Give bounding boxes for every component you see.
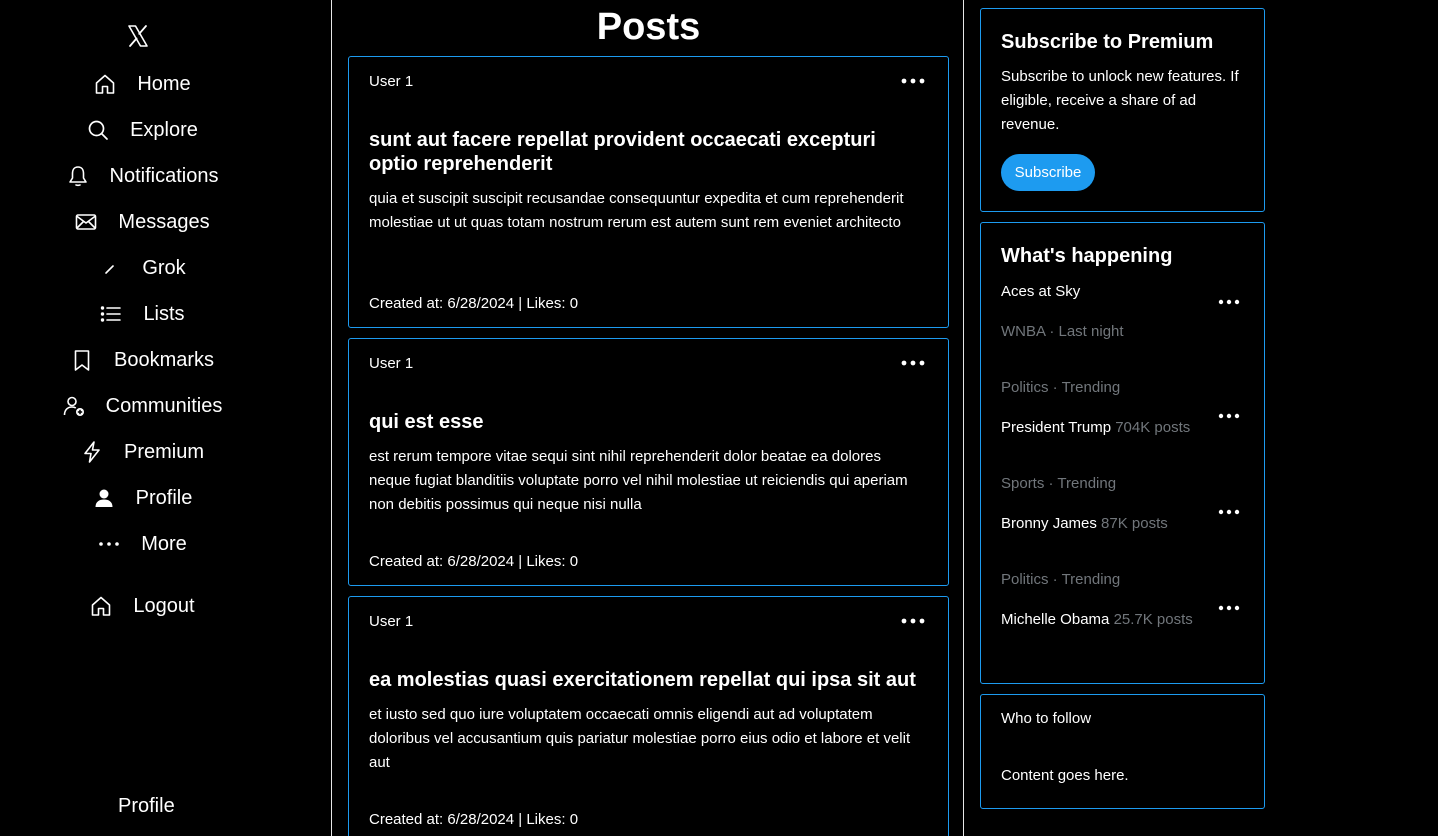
lightning-icon	[84, 441, 100, 463]
post-meta: Created at: 6/28/2024 | Likes: 0	[369, 295, 579, 312]
post-body: quia et suscipit suscipit recusandae con…	[369, 190, 904, 231]
sidebar-item-label: Bookmarks	[113, 349, 215, 371]
more-options-icon[interactable]	[900, 611, 926, 631]
sidebar-item-more[interactable]: More	[0, 526, 332, 562]
post-body: est rerum tempore vitae sequi sint nihil…	[369, 448, 908, 513]
grok-icon	[105, 265, 115, 274]
sidebar-item-home[interactable]: Home	[0, 66, 332, 102]
sidebar: Home Explore Notifications Messages Grok…	[0, 0, 332, 836]
trend-name: President Trump 704K posts	[1001, 419, 1190, 436]
subscribe-button[interactable]: Subscribe	[1001, 154, 1095, 191]
sidebar-item-notifications[interactable]: Notifications	[0, 158, 332, 194]
trend-post-count: 704K posts	[1115, 419, 1191, 436]
who-to-follow-title: Who to follow	[1001, 710, 1092, 727]
more-options-icon[interactable]	[1217, 504, 1241, 520]
trend-name: Bronny James 87K posts	[1001, 515, 1168, 532]
envelope-icon	[76, 214, 97, 230]
trend-title: President Trump	[1001, 419, 1112, 436]
person-icon	[95, 489, 113, 507]
x-logo-icon[interactable]	[126, 24, 150, 48]
trend-category: Politics · Trending	[1001, 571, 1121, 588]
premium-title: Subscribe to Premium	[1001, 31, 1214, 53]
sidebar-item-premium[interactable]: Premium	[0, 434, 332, 470]
more-options-icon[interactable]	[1217, 408, 1241, 424]
trend-item[interactable]: Aces at Sky WNBA · Last night	[1001, 283, 1251, 343]
sidebar-item-label: Home	[137, 73, 191, 95]
post-username[interactable]: User 1	[369, 355, 413, 372]
post-body: et iusto sed quo iure voluptatem occaeca…	[369, 706, 911, 771]
sidebar-item-label: Messages	[118, 211, 210, 233]
sidebar-item-explore[interactable]: Explore	[0, 112, 332, 148]
trend-post-count: 87K posts	[1101, 515, 1168, 532]
sidebar-item-label: More	[141, 533, 187, 555]
trend-title: Bronny James	[1001, 515, 1097, 532]
home-icon	[96, 74, 115, 94]
post-meta: Created at: 6/28/2024 | Likes: 0	[369, 811, 579, 828]
post-card: User 1 sunt aut facere repellat providen…	[348, 56, 949, 328]
sidebar-item-messages[interactable]: Messages	[0, 204, 332, 240]
premium-description: Subscribe to unlock new features. If eli…	[1001, 68, 1239, 133]
sidebar-item-profile[interactable]: Profile	[0, 480, 332, 516]
sidebar-item-lists[interactable]: Lists	[0, 296, 332, 332]
bell-icon	[68, 166, 87, 187]
trend-name: Aces at Sky	[1001, 283, 1081, 300]
logout-button[interactable]: Logout	[0, 588, 332, 624]
sidebar-item-label: Explore	[130, 119, 198, 141]
sidebar-item-label: Communities	[105, 395, 223, 417]
trend-post-count: 25.7K posts	[1113, 611, 1193, 628]
sidebar-item-communities[interactable]: Communities	[0, 388, 332, 424]
trend-item[interactable]: Politics · Trending Michelle Obama 25.7K…	[1001, 571, 1251, 631]
sidebar-item-label: Notifications	[109, 165, 219, 187]
post-meta: Created at: 6/28/2024 | Likes: 0	[369, 553, 579, 570]
more-options-icon[interactable]	[900, 71, 926, 91]
more-dots-icon	[99, 542, 120, 546]
sidebar-item-label: Grok	[142, 257, 186, 279]
post-username[interactable]: User 1	[369, 613, 413, 630]
trend-category: WNBA · Last night	[1001, 323, 1124, 340]
sidebar-item-label: Premium	[123, 441, 204, 463]
who-to-follow-card: Who to follow Content goes here.	[980, 694, 1265, 809]
post-card: User 1 ea molestias quasi exercitationem…	[348, 596, 949, 836]
sidebar-item-label: Lists	[143, 303, 185, 325]
more-options-icon[interactable]	[1217, 600, 1241, 616]
post-title: ea molestias quasi exercitationem repell…	[369, 669, 916, 691]
more-options-icon[interactable]	[900, 353, 926, 373]
more-options-icon[interactable]	[1217, 294, 1241, 310]
communities-icon	[63, 396, 84, 416]
sidebar-profile-link[interactable]: Profile	[118, 795, 175, 818]
trending-title: What's happening	[1001, 245, 1173, 267]
sidebar-item-grok[interactable]: Grok	[0, 250, 332, 286]
main-feed: Posts User 1 sunt aut facere repellat pr…	[333, 0, 964, 836]
post-username[interactable]: User 1	[369, 73, 413, 90]
search-icon	[88, 120, 108, 140]
sidebar-item-bookmarks[interactable]: Bookmarks	[0, 342, 332, 378]
trend-item[interactable]: Politics · Trending President Trump 704K…	[1001, 379, 1251, 439]
logout-label: Logout	[133, 595, 195, 617]
home-icon	[92, 596, 111, 616]
who-to-follow-content: Content goes here.	[1001, 767, 1129, 784]
post-title: qui est esse	[369, 411, 484, 433]
trend-item[interactable]: Sports · Trending Bronny James 87K posts	[1001, 475, 1251, 535]
trend-title: Michelle Obama	[1001, 611, 1110, 628]
sidebar-item-label: Profile	[135, 487, 193, 509]
trend-category: Politics · Trending	[1001, 379, 1121, 396]
bookmark-icon	[74, 350, 90, 371]
post-title: sunt aut facere repellat provident occae…	[369, 129, 876, 175]
trending-card: What's happening Aces at Sky WNBA · Last…	[980, 222, 1265, 684]
list-icon	[101, 306, 122, 322]
page-title: Posts	[596, 6, 701, 48]
premium-card: Subscribe to Premium Subscribe to unlock…	[980, 8, 1265, 212]
post-card: User 1 qui est esse est rerum tempore vi…	[348, 338, 949, 586]
trend-category: Sports · Trending	[1001, 475, 1117, 492]
trend-name: Michelle Obama 25.7K posts	[1001, 611, 1193, 628]
